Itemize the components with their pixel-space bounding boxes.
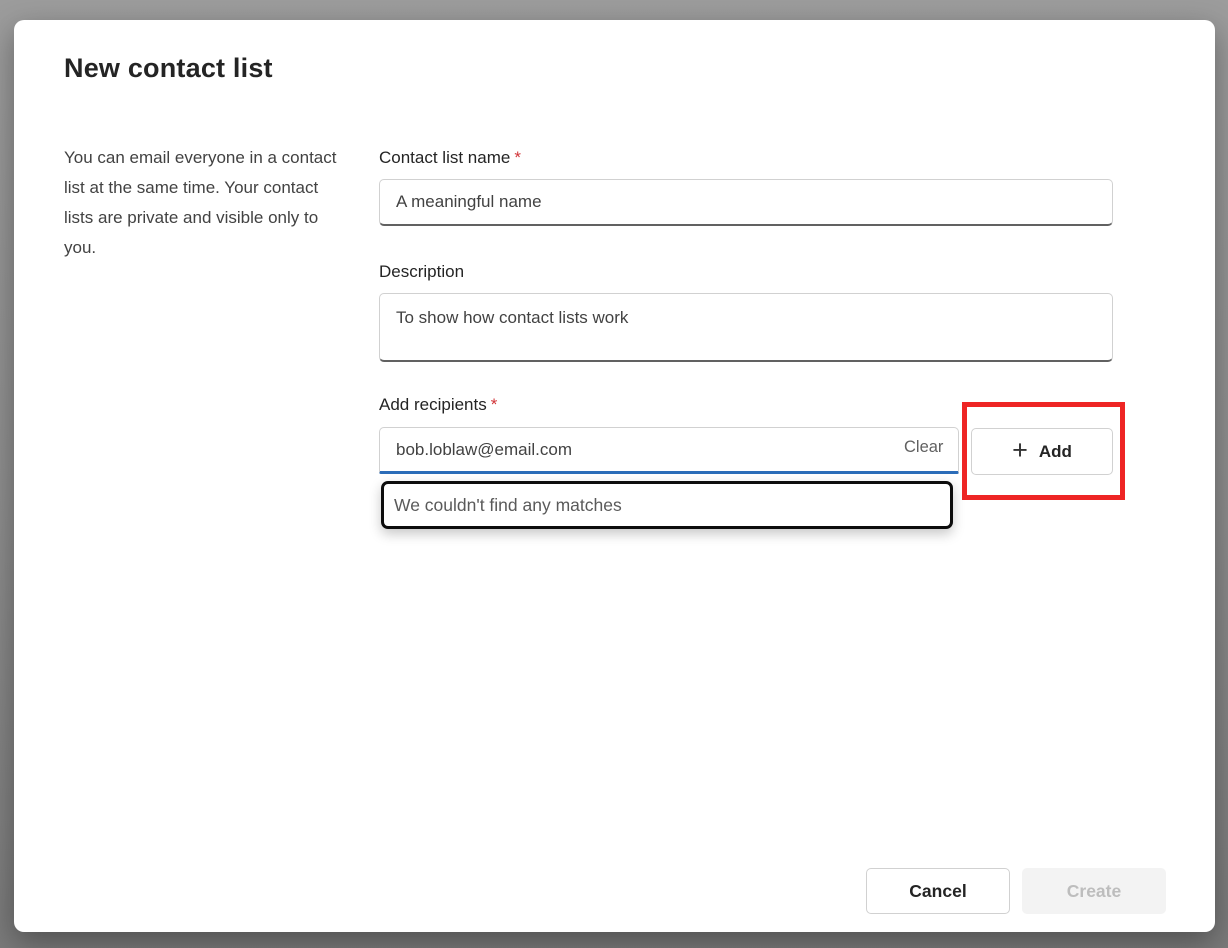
suggestions-dropdown: We couldn't find any matches [381,481,953,529]
clear-button[interactable]: Clear [904,438,943,457]
dialog-title: New contact list [64,53,273,84]
description-label-text: Description [379,262,464,281]
contact-list-name-label-text: Contact list name [379,148,510,167]
add-button-label: Add [1039,442,1072,462]
cancel-button[interactable]: Cancel [866,868,1010,914]
add-button[interactable]: + Add [971,428,1113,475]
add-recipients-label: Add recipients* [379,395,497,415]
no-matches-message: We couldn't find any matches [394,495,622,516]
contact-list-name-label: Contact list name* [379,148,521,168]
intro-text: You can email everyone in a contact list… [64,143,342,263]
required-asterisk: * [514,148,521,167]
add-recipients-label-text: Add recipients [379,395,487,414]
create-button[interactable]: Create [1022,868,1166,914]
required-asterisk: * [491,395,498,414]
contact-list-name-input[interactable] [379,179,1113,226]
plus-icon: + [1012,437,1028,464]
new-contact-list-dialog: New contact list You can email everyone … [14,20,1215,932]
description-label: Description [379,262,464,282]
description-input[interactable] [379,293,1113,362]
add-recipients-input[interactable] [379,427,959,474]
